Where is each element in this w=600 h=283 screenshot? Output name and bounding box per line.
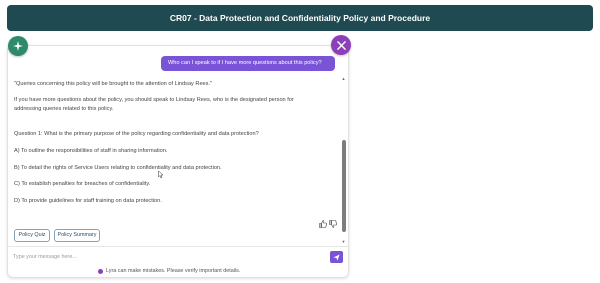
feedback-buttons [319,215,337,228]
disclaimer: Lyra can make mistakes. Please verify im… [98,267,240,275]
suggestion-policy-quiz[interactable]: Policy Quiz [14,229,50,242]
message-input[interactable] [13,251,313,263]
quiz-option: A) To outline the responsibilities of st… [14,148,168,154]
thumbs-up-icon[interactable] [319,215,327,228]
bot-line: addressing queries related to this polic… [14,106,114,112]
page-title: CR07 - Data Protection and Confidentiali… [169,13,431,23]
message-composer [8,246,348,266]
disclaimer-text: Lyra can make mistakes. Please verify im… [106,268,241,274]
scroll-up-icon[interactable]: ▲ [341,76,346,81]
lyra-dot-icon [98,268,103,274]
bot-line: If you have more questions about the pol… [14,97,294,103]
quiz-option: D) To provide guidelines for staff train… [14,198,162,204]
mouse-cursor-icon [158,170,163,179]
suggestion-policy-summary[interactable]: Policy Summary [54,229,100,242]
scroll-down-icon[interactable]: ▼ [341,239,346,244]
thumbs-down-icon[interactable] [329,215,337,228]
user-message-text: Who can I speak to if I have more questi… [168,60,322,66]
close-chat-button[interactable] [331,35,351,55]
send-button[interactable] [330,251,343,263]
scrollbar-thumb[interactable] [342,140,346,232]
sparkle-icon [13,41,23,51]
send-icon [333,253,340,261]
quiz-option: C) To establish penalties for breaches o… [14,181,151,187]
quiz-option: B) To detail the rights of Service Users… [14,165,222,171]
assistant-logo [8,36,28,56]
user-message-bubble: Who can I speak to if I have more questi… [161,56,335,71]
close-icon [336,40,346,50]
chat-scrollbar[interactable]: ▲ ▼ [341,76,346,244]
quiz-question: Question 1: What is the primary purpose … [14,131,259,137]
bot-line: "Queries concerning this policy will be … [14,81,212,87]
page-header: CR07 - Data Protection and Confidentiali… [7,5,593,31]
